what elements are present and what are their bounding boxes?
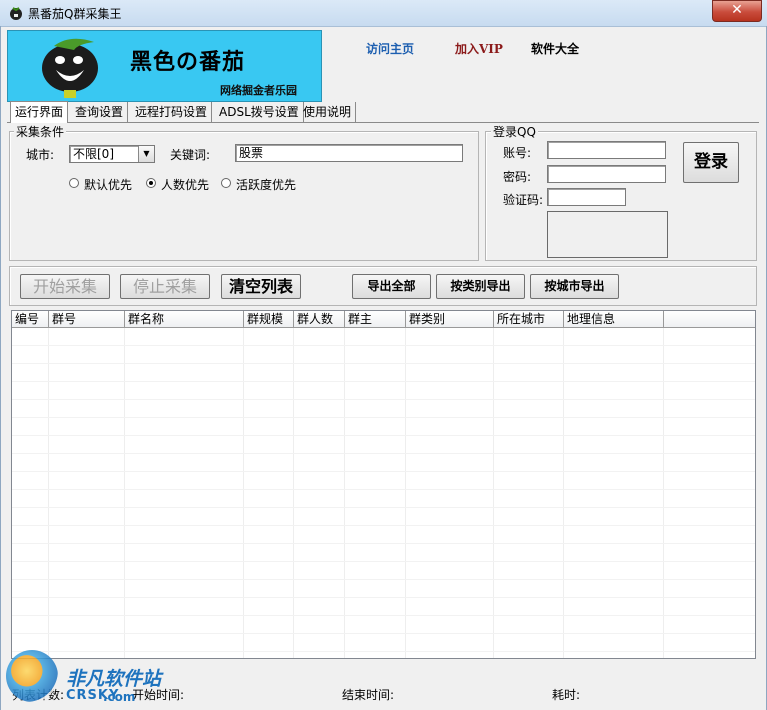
window-title: 黑番茄Q群采集王 — [28, 7, 122, 21]
link-join-vip[interactable]: 加入VIP — [455, 40, 503, 57]
status-elapsed-label: 耗时: — [552, 688, 581, 702]
radio-activity-priority[interactable] — [221, 178, 231, 188]
city-label: 城市: — [26, 148, 55, 162]
column-header-owner[interactable]: 群主 — [345, 311, 406, 327]
stop-collect-button[interactable]: 停止采集 — [120, 274, 210, 299]
keyword-input[interactable]: 股票 — [235, 144, 463, 162]
start-collect-button[interactable]: 开始采集 — [20, 274, 110, 299]
tomato-mascot-icon — [42, 38, 98, 98]
captcha-input[interactable] — [547, 188, 626, 206]
radio-members-label: 人数优先 — [161, 178, 210, 192]
tab-divider — [7, 122, 759, 123]
column-header-city[interactable]: 所在城市 — [494, 311, 564, 327]
account-label: 账号: — [503, 146, 532, 160]
column-header-group-number[interactable]: 群号 — [49, 311, 125, 327]
tab-help[interactable]: 使用说明 — [299, 102, 357, 122]
column-header-id[interactable]: 编号 — [12, 311, 49, 327]
city-select-value: 不限[0] — [73, 147, 114, 161]
link-homepage[interactable]: 访问主页 — [366, 40, 414, 57]
column-header-geo-info[interactable]: 地理信息 — [564, 311, 664, 327]
column-header-category[interactable]: 群类别 — [406, 311, 494, 327]
login-legend: 登录QQ — [491, 123, 538, 140]
column-header-member-count[interactable]: 群人数 — [294, 311, 345, 327]
banner-title: 黑色の番茄 — [130, 49, 246, 75]
clear-list-button[interactable]: 清空列表 — [221, 274, 301, 299]
tab-remote-captcha[interactable]: 远程打码设置 — [131, 102, 213, 122]
password-label: 密码: — [503, 170, 532, 184]
watermark-logo — [6, 650, 58, 702]
chevron-down-icon[interactable]: ▼ — [138, 146, 154, 162]
login-button[interactable]: 登录 — [683, 142, 739, 183]
password-input[interactable] — [547, 165, 666, 183]
keyword-label: 关键词: — [170, 148, 211, 162]
tab-adsl[interactable]: ADSL拨号设置 — [215, 102, 304, 122]
column-header-group-name[interactable]: 群名称 — [125, 311, 244, 327]
app-tomato-icon — [10, 7, 22, 20]
radio-default-label: 默认优先 — [84, 178, 133, 192]
captcha-label: 验证码: — [503, 193, 544, 207]
banner-subtitle: 网络掘金者乐园 — [220, 84, 297, 97]
close-button[interactable]: ✕ — [712, 0, 762, 22]
radio-members-priority[interactable] — [146, 178, 156, 188]
tab-query-settings[interactable]: 查询设置 — [71, 102, 129, 122]
watermark-suffix-text: .com — [103, 690, 136, 704]
results-table[interactable]: 编号 群号 群名称 群规模 群人数 群主 群类别 所在城市 地理信息 — [11, 310, 756, 659]
collect-conditions-legend: 采集条件 — [14, 123, 67, 140]
status-end-time-label: 结束时间: — [342, 688, 395, 702]
column-header-group-scale[interactable]: 群规模 — [244, 311, 294, 327]
table-header: 编号 群号 群名称 群规模 群人数 群主 群类别 所在城市 地理信息 — [12, 311, 755, 328]
city-select[interactable]: 不限[0] ▼ — [69, 145, 155, 163]
export-all-button[interactable]: 导出全部 — [352, 274, 431, 299]
radio-activity-label: 活跃度优先 — [236, 178, 297, 192]
tab-run[interactable]: 运行界面 — [10, 101, 69, 123]
export-by-category-button[interactable]: 按类别导出 — [436, 274, 525, 299]
account-input[interactable] — [547, 141, 666, 159]
export-by-city-button[interactable]: 按城市导出 — [530, 274, 619, 299]
radio-default-priority[interactable] — [69, 178, 79, 188]
watermark-cn-text: 非凡软件站 — [66, 668, 162, 690]
captcha-image[interactable] — [547, 211, 668, 258]
link-software[interactable]: 软件大全 — [531, 40, 579, 57]
